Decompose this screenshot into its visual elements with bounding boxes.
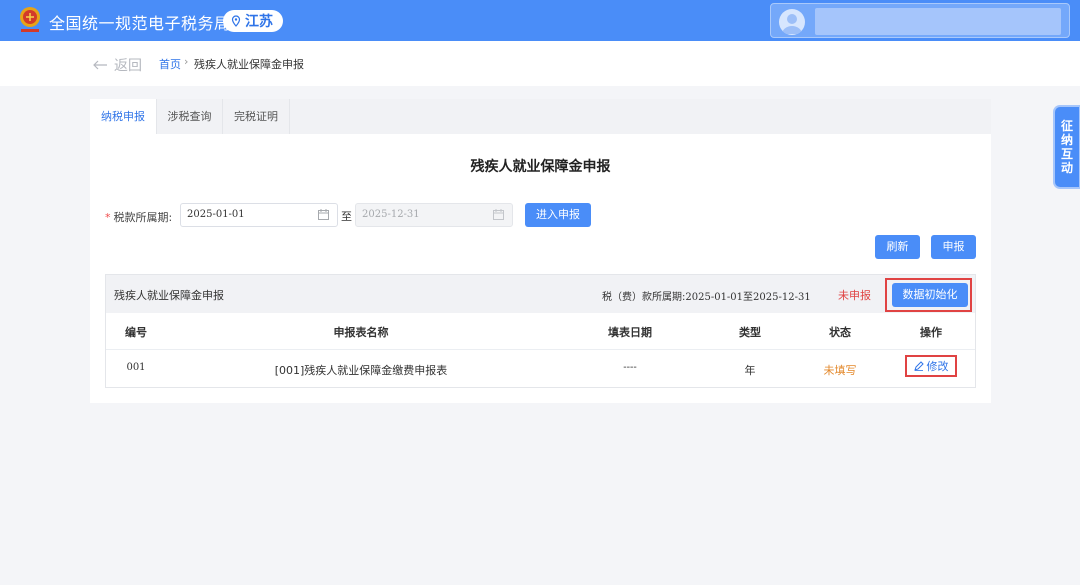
column-header: 类型	[739, 326, 761, 339]
page-title: 残疾人就业保障金申报	[470, 159, 611, 175]
user-icon	[782, 14, 802, 34]
column-header: 操作	[920, 326, 942, 339]
row-status: 未填写	[823, 364, 857, 377]
breadcrumb-current: 残疾人就业保障金申报	[194, 58, 304, 71]
location-pin-icon	[231, 15, 241, 27]
row-divider	[106, 349, 975, 350]
top-header: 全国统一规范电子税务局 江苏	[0, 0, 1080, 41]
site-title[interactable]: 全国统一规范电子税务局	[49, 10, 231, 34]
province-name: 江苏	[245, 14, 273, 30]
row-id: 001	[126, 362, 146, 373]
avatar[interactable]	[779, 9, 805, 35]
period-label-text: 税款所属期:	[113, 211, 173, 224]
table-header-bar: 残疾人就业保障金申报 税（费）款所属期:2025-01-01至2025-12-3…	[106, 275, 975, 313]
declaration-table: 残疾人就业保障金申报 税（费）款所属期:2025-01-01至2025-12-3…	[105, 274, 976, 388]
enter-declaration-button[interactable]: 进入申报	[525, 203, 591, 227]
column-header: 编号	[125, 326, 147, 339]
table-period-prefix: 税（费）款所属期:	[602, 292, 686, 303]
calendar-icon	[493, 209, 504, 220]
edit-label: 修改	[926, 360, 949, 373]
tab-bar: 纳税申报 涉税查询 完税证明	[90, 99, 991, 134]
tax-emblem-icon	[20, 7, 40, 32]
row-form-name: [001]残疾人就业保障金缴费申报表	[274, 364, 448, 377]
table-period-value: 2025-01-01至2025-12-31	[685, 292, 811, 303]
column-header: 填表日期	[608, 326, 652, 339]
start-date-value: 2025-01-01	[187, 209, 245, 220]
calendar-icon	[318, 209, 329, 220]
main-card: 纳税申报 涉税查询 完税证明 残疾人就业保障金申报 * 税款所属期: 2025-0…	[90, 99, 991, 403]
required-mark: *	[105, 211, 111, 224]
column-header: 状态	[829, 326, 851, 339]
end-date-input: 2025-12-31	[355, 203, 513, 227]
user-info-box[interactable]	[770, 3, 1070, 38]
row-fill-date: ----	[623, 362, 637, 373]
table-name: 残疾人就业保障金申报	[114, 289, 224, 302]
back-label: 返回	[114, 58, 142, 74]
user-name-masked	[815, 8, 1061, 35]
declare-button[interactable]: 申报	[931, 235, 976, 259]
province-selector[interactable]: 江苏	[223, 10, 283, 32]
tab-tax-declaration[interactable]: 纳税申报	[90, 99, 157, 134]
arrow-left-icon	[93, 60, 107, 70]
float-button-label: 征纳互动	[1061, 119, 1074, 175]
breadcrumb-bar: 返回 首页 › 残疾人就业保障金申报	[0, 41, 1080, 86]
back-button[interactable]: 返回	[92, 55, 142, 75]
edit-button[interactable]: 修改	[905, 355, 957, 377]
tab-tax-query[interactable]: 涉税查询	[157, 99, 223, 134]
end-date-value: 2025-12-31	[362, 209, 420, 220]
tab-tax-certificate[interactable]: 完税证明	[223, 99, 290, 134]
row-type: 年	[744, 364, 756, 377]
edit-pencil-icon	[913, 361, 924, 371]
column-header: 申报表名称	[333, 326, 389, 339]
declaration-status-badge: 未申报	[838, 289, 871, 302]
breadcrumb-separator: ›	[184, 55, 189, 68]
data-init-button[interactable]: 数据初始化	[892, 283, 968, 307]
period-label: * 税款所属期:	[105, 209, 172, 225]
start-date-input[interactable]: 2025-01-01	[180, 203, 338, 227]
breadcrumb-home-link[interactable]: 首页	[159, 56, 181, 72]
refresh-button[interactable]: 刷新	[875, 235, 920, 259]
to-label: 至	[341, 210, 352, 223]
interaction-float-button[interactable]: 征纳互动	[1055, 107, 1079, 187]
table-period: 税（费）款所属期:2025-01-01至2025-12-31	[602, 288, 811, 303]
